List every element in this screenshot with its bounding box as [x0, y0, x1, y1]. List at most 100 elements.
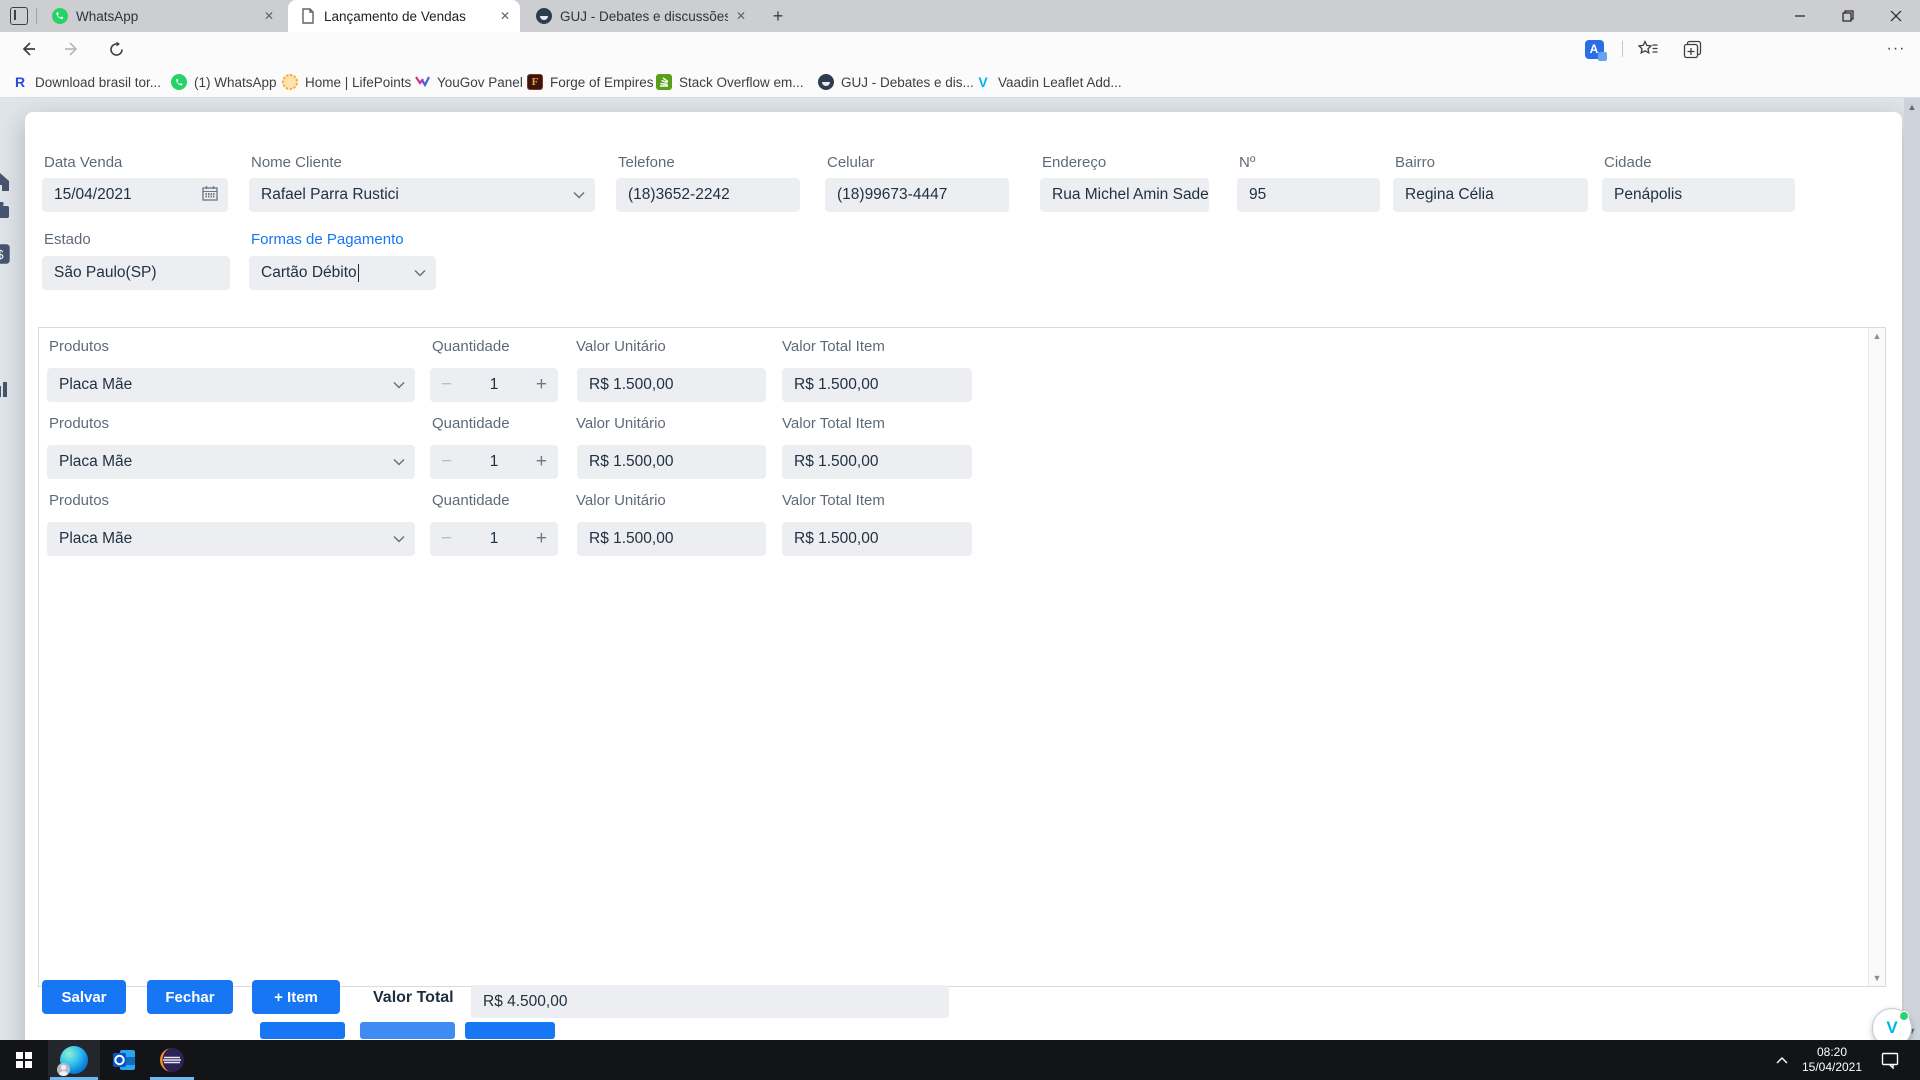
field-value: R$ 4.500,00: [483, 993, 567, 1011]
plus-icon[interactable]: +: [536, 451, 547, 473]
bairro-field[interactable]: Regina Célia: [1393, 178, 1588, 212]
col-label: Quantidade: [432, 338, 510, 355]
bookmark-download-brasil[interactable]: RDownload brasil tor...: [12, 66, 161, 98]
quantidade-stepper[interactable]: − 1 +: [430, 368, 558, 402]
taskbar-edge-button[interactable]: [48, 1040, 100, 1080]
close-icon[interactable]: ✕: [264, 9, 274, 23]
quantidade-stepper[interactable]: − 1 +: [430, 445, 558, 479]
taskbar-outlook-button[interactable]: [100, 1040, 148, 1080]
action-center-button[interactable]: [1872, 1040, 1908, 1080]
tab-actions-icon[interactable]: [10, 7, 28, 25]
chevron-down-icon[interactable]: [393, 376, 405, 394]
quantidade-stepper[interactable]: − 1 +: [430, 522, 558, 556]
produto-select[interactable]: Placa Mãe: [47, 445, 415, 479]
tab-whatsapp[interactable]: WhatsApp ✕: [40, 0, 284, 32]
plus-icon: +: [773, 6, 784, 27]
minus-icon[interactable]: −: [441, 374, 452, 396]
tab-lancamento-de-vendas[interactable]: Lançamento de Vendas ✕: [288, 0, 520, 32]
tray-expand-button[interactable]: [1770, 1040, 1794, 1080]
bookmark-vaadin[interactable]: VVaadin Leaflet Add...: [975, 66, 1122, 98]
outlook-icon: [111, 1047, 137, 1073]
col-label: Valor Unitário: [576, 492, 666, 509]
chevron-down-icon[interactable]: [414, 264, 426, 282]
page-scrollbar[interactable]: ▲ ▼: [1904, 98, 1920, 1040]
field-value: Placa Mãe: [59, 376, 132, 394]
close-icon[interactable]: ✕: [736, 9, 746, 23]
bookmark-yougov[interactable]: YouGov Panel: [414, 66, 523, 98]
scroll-down-icon[interactable]: ▼: [1869, 973, 1885, 983]
bookmark-forge-of-empires[interactable]: FForge of Empires: [527, 66, 654, 98]
data-venda-field[interactable]: 15/04/2021: [42, 178, 228, 212]
maximize-button[interactable]: [1826, 0, 1870, 32]
refresh-icon[interactable]: [100, 32, 132, 66]
plus-icon[interactable]: +: [536, 528, 547, 550]
taskbar-eclipse-button[interactable]: [148, 1040, 196, 1080]
bookmark-whatsapp[interactable]: (1) WhatsApp: [171, 66, 277, 98]
estado-field[interactable]: São Paulo(SP): [42, 256, 230, 290]
fechar-button[interactable]: Fechar: [147, 980, 233, 1014]
start-button[interactable]: [0, 1040, 48, 1080]
add-item-button[interactable]: + Item: [252, 980, 340, 1014]
hidden-button-fragment[interactable]: [360, 1022, 455, 1039]
scroll-up-icon[interactable]: ▲: [1869, 331, 1885, 341]
settings-menu-icon[interactable]: ···: [1880, 32, 1912, 66]
hidden-button-fragment[interactable]: [465, 1022, 555, 1039]
guj-icon: [536, 8, 552, 24]
scroll-up-icon[interactable]: ▲: [1904, 102, 1920, 112]
close-icon[interactable]: ✕: [500, 9, 510, 23]
tab-guj[interactable]: GUJ - Debates e discussões sobr ✕: [524, 0, 756, 32]
minimize-button[interactable]: [1778, 0, 1822, 32]
back-icon[interactable]: [12, 32, 44, 66]
home-icon[interactable]: [0, 170, 13, 194]
text-caret: [358, 264, 359, 282]
bookmark-guj[interactable]: GUJ - Debates e dis...: [818, 66, 974, 98]
produto-select[interactable]: Placa Mãe: [47, 522, 415, 556]
close-window-button[interactable]: [1874, 0, 1918, 32]
collections-icon[interactable]: [1676, 32, 1708, 66]
field-value: R$ 1.500,00: [589, 530, 673, 548]
telefone-field[interactable]: (18)3652-2242: [616, 178, 800, 212]
forward-icon[interactable]: [56, 32, 88, 66]
col-label: Produtos: [49, 338, 109, 355]
chevron-down-icon[interactable]: [573, 186, 585, 204]
favorites-icon[interactable]: [1632, 32, 1664, 66]
plus-icon[interactable]: +: [536, 374, 547, 396]
calendar-icon[interactable]: [202, 185, 218, 206]
formas-pagamento-select[interactable]: Cartão Débito: [249, 256, 436, 290]
endereco-field[interactable]: Rua Michel Amin Sader: [1040, 178, 1209, 212]
celular-field[interactable]: (18)99673-4447: [825, 178, 1009, 212]
valor-unitario-field[interactable]: R$ 1.500,00: [577, 368, 766, 402]
valor-total-item-field[interactable]: R$ 1.500,00: [782, 522, 972, 556]
bar-chart-icon[interactable]: [0, 376, 13, 400]
salvar-button[interactable]: Salvar: [42, 980, 126, 1014]
valor-unitario-field[interactable]: R$ 1.500,00: [577, 445, 766, 479]
briefcase-icon[interactable]: [0, 198, 13, 222]
chevron-down-icon[interactable]: [393, 453, 405, 471]
minus-icon[interactable]: −: [441, 528, 452, 550]
valor-total-field[interactable]: R$ 4.500,00: [471, 985, 949, 1018]
hidden-button-fragment[interactable]: [260, 1022, 345, 1039]
valor-total-item-field[interactable]: R$ 1.500,00: [782, 368, 972, 402]
cidade-field[interactable]: Penápolis: [1602, 178, 1795, 212]
bookmark-lifepoints[interactable]: Home | LifePoints: [282, 66, 411, 98]
numero-field[interactable]: 95: [1237, 178, 1380, 212]
chevron-down-icon[interactable]: [393, 530, 405, 548]
money-tag-icon[interactable]: $: [0, 240, 13, 268]
bookmark-stack-overflow[interactable]: Stack Overflow em...: [656, 66, 804, 98]
nome-cliente-select[interactable]: Rafael Parra Rustici: [249, 178, 595, 212]
valor-unitario-field[interactable]: R$ 1.500,00: [577, 522, 766, 556]
divider: [36, 8, 37, 24]
valor-total-item-field[interactable]: R$ 1.500,00: [782, 445, 972, 479]
clock-time: 08:20: [1802, 1045, 1862, 1060]
field-value: (18)3652-2242: [628, 186, 730, 204]
new-tab-button[interactable]: +: [764, 4, 792, 28]
produto-select[interactable]: Placa Mãe: [47, 368, 415, 402]
minus-icon[interactable]: −: [441, 451, 452, 473]
bookmark-label: Stack Overflow em...: [679, 75, 804, 90]
taskbar-clock[interactable]: 08:2015/04/2021: [1796, 1040, 1868, 1080]
translate-icon[interactable]: A: [1578, 32, 1610, 66]
field-label: Estado: [44, 231, 91, 248]
items-scrollbar[interactable]: ▲ ▼: [1868, 328, 1885, 986]
venda-dialog: Data Venda Nome Cliente Telefone Celular…: [25, 112, 1902, 1047]
field-value: 95: [1249, 186, 1266, 204]
